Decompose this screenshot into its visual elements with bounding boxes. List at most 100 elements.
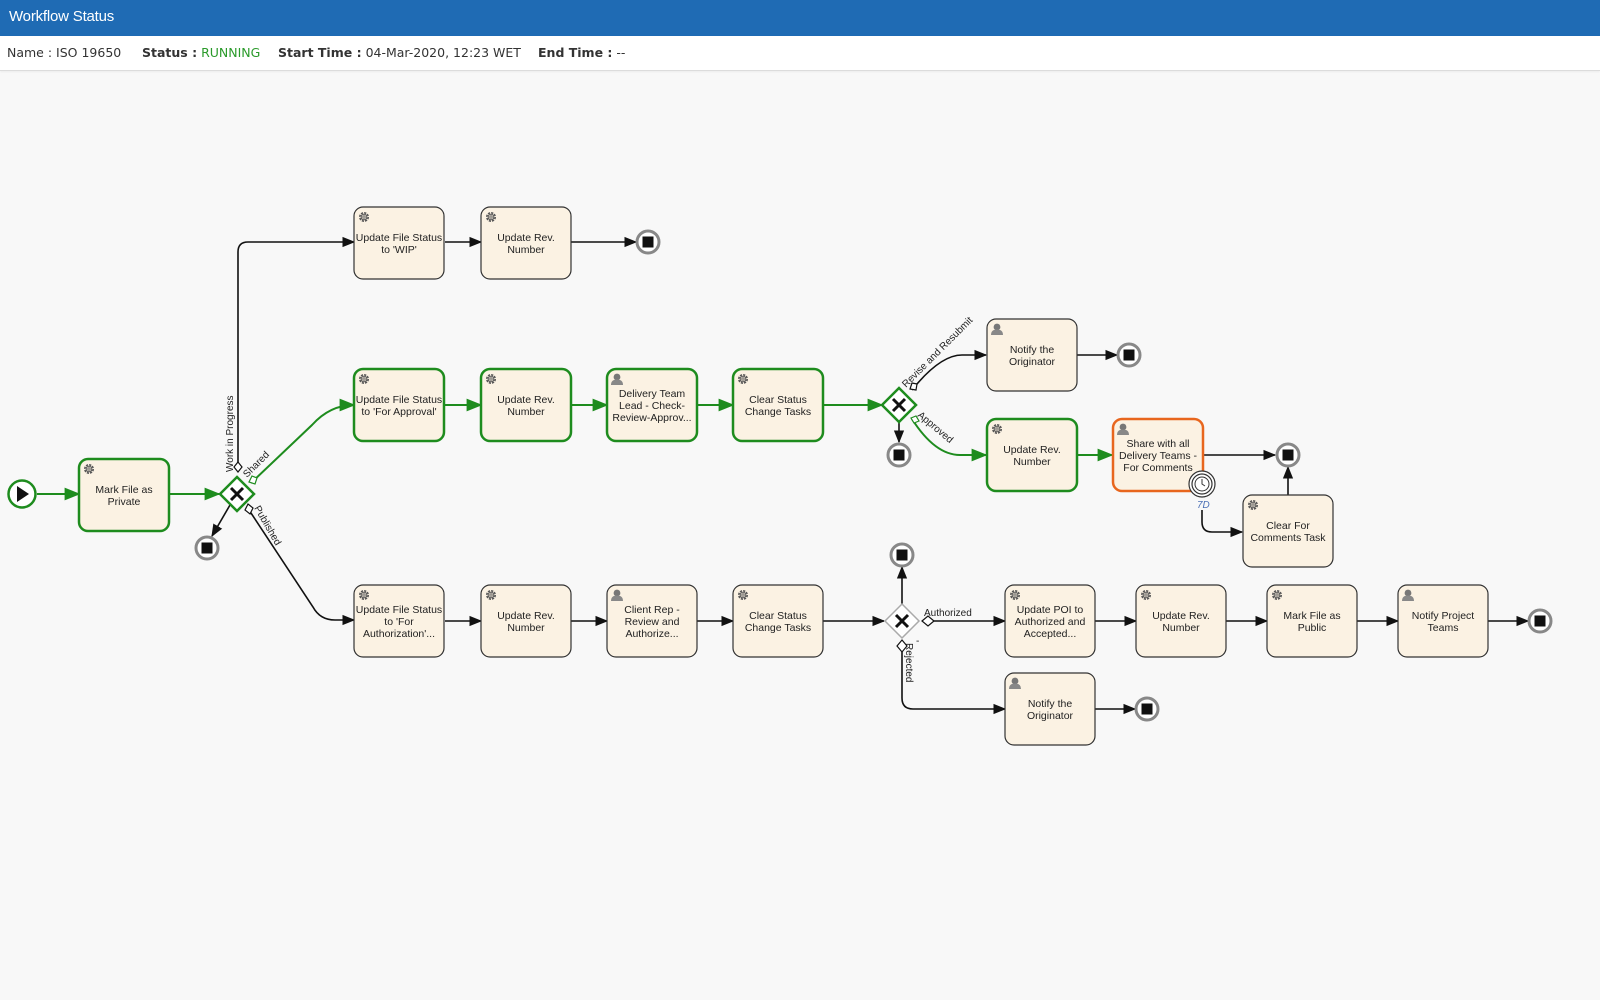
task-t-poi[interactable]: Update POI toAuthorized andAccepted... <box>1004 584 1096 658</box>
task-t-clear1[interactable]: Clear StatusChange Tasks <box>731 367 825 443</box>
task-label-line: Review and <box>625 616 680 628</box>
label-revise-and-resubmit: Revise and Resubmit <box>900 315 975 390</box>
task-t-clearcomments[interactable]: Clear ForComments Task <box>1242 494 1334 568</box>
task-t-appr-rev[interactable]: Update Rev.Number <box>479 367 573 443</box>
task-label-line: Update File Status <box>356 394 442 406</box>
task-t-client[interactable]: Client Rep -Review andAuthorize... <box>606 584 698 658</box>
end-event[interactable] <box>1134 696 1160 722</box>
tasks: Mark File asPrivateUpdate File Statusto … <box>77 206 1489 746</box>
label-published: Published <box>251 504 282 548</box>
start-event[interactable] <box>7 479 37 509</box>
end-event[interactable] <box>635 229 661 255</box>
task-t-notify1[interactable]: Notify theOriginator <box>986 318 1078 392</box>
task-t-auth-rev[interactable]: Update Rev.Number <box>480 584 572 658</box>
workflow-start-time: Start Time : 04-Mar-2020, 12:23 WET <box>278 45 521 60</box>
task-label-line: Number <box>1162 622 1200 634</box>
task-label-line: Client Rep - <box>624 604 680 616</box>
end-event[interactable] <box>1116 342 1142 368</box>
end-event[interactable] <box>886 442 912 468</box>
flow-rejected-branch <box>901 652 1007 715</box>
stop-icon <box>1141 703 1153 715</box>
task-t-rev2[interactable]: Update Rev.Number <box>985 417 1079 493</box>
label-rejected: Rejected <box>903 643 914 682</box>
task-label-line: Authorization'... <box>363 628 435 640</box>
task-label-line: Authorized and <box>1015 616 1086 628</box>
task-label-line: Lead - Check- <box>619 400 685 412</box>
task-t-private[interactable]: Mark File asPrivate <box>77 457 171 533</box>
gateway-exclusive-3[interactable] <box>883 602 921 640</box>
end-time-value: -- <box>616 45 626 60</box>
task-t-wip-rev[interactable]: Update Rev.Number <box>480 206 572 280</box>
task-label-line: Delivery Teams - <box>1119 450 1197 462</box>
name-value: ISO 19650 <box>56 45 122 60</box>
timer-duration-label: 7D <box>1197 500 1210 511</box>
stop-icon <box>896 549 908 561</box>
task-t-appr-status[interactable]: Update File Statusto 'For Approval' <box>352 367 446 443</box>
task-label-line: Teams <box>1428 622 1459 634</box>
task-label-line: Review-Approv... <box>612 412 691 424</box>
label-work-in-progress: Work in Progress <box>225 395 236 472</box>
task-label-line: Update Rev. <box>1003 444 1061 456</box>
task-label-line: Originator <box>1027 710 1074 722</box>
task-label-line: Authorize... <box>625 628 678 640</box>
flow-labels: Work in Progress Shared Published Revise… <box>225 315 975 682</box>
task-label-line: Comments Task <box>1250 532 1326 544</box>
timer-boundary-event[interactable] <box>1188 470 1216 498</box>
task-t-notify-teams[interactable]: Notify ProjectTeams <box>1397 584 1489 658</box>
task-label-line: Clear Status <box>749 394 807 406</box>
stop-icon <box>1534 615 1546 627</box>
workflow-status: Status : RUNNING <box>142 45 260 60</box>
task-t-pub-rev[interactable]: Update Rev.Number <box>1135 584 1227 658</box>
end-event[interactable] <box>1275 442 1301 468</box>
name-label: Name : <box>7 45 53 60</box>
status-label: Status : <box>142 45 198 60</box>
task-t-public[interactable]: Mark File asPublic <box>1266 584 1358 658</box>
condition-markers <box>233 382 935 653</box>
task-label-line: Notify Project <box>1412 610 1475 622</box>
flow-gateway1-to-end <box>211 504 231 538</box>
task-label-line: Mark File as <box>95 484 152 496</box>
label-authorized: Authorized <box>924 608 972 619</box>
workflow-name: Name : ISO 19650 <box>7 45 121 60</box>
task-t-dtl[interactable]: Delivery TeamLead - Check-Review-Approv.… <box>605 367 699 443</box>
task-label-line: Update Rev. <box>497 394 555 406</box>
task-t-notify2[interactable]: Notify theOriginator <box>1004 672 1096 746</box>
task-label-line: For Comments <box>1123 462 1192 474</box>
task-label-line: Notify the <box>1028 698 1073 710</box>
task-label-line: Notify the <box>1010 344 1055 356</box>
task-label-line: Accepted... <box>1024 628 1077 640</box>
task-label-line: Change Tasks <box>745 406 811 418</box>
task-label-line: Update Rev. <box>497 232 555 244</box>
end-event[interactable] <box>194 535 220 561</box>
status-badge: RUNNING <box>201 45 261 60</box>
task-label-line: Update POI to <box>1017 604 1084 616</box>
task-label-line: to 'WIP' <box>381 244 417 256</box>
label-shared: Shared <box>241 450 272 481</box>
start-time-label: Start Time : <box>278 45 362 60</box>
end-time-label: End Time : <box>538 45 613 60</box>
task-label-line: Change Tasks <box>745 622 811 634</box>
end-event[interactable] <box>889 542 915 568</box>
task-label-line: Number <box>507 622 545 634</box>
flow-timer-branch <box>1201 510 1244 538</box>
stop-icon <box>1282 449 1294 461</box>
workflow-info-bar: Name : ISO 19650 Status : RUNNING Start … <box>0 36 1600 71</box>
task-label-line: Update Rev. <box>497 610 555 622</box>
task-t-auth-status[interactable]: Update File Statusto 'ForAuthorization'.… <box>353 584 445 658</box>
stop-icon <box>201 542 213 554</box>
task-label-line: Number <box>507 406 545 418</box>
task-label-line: Number <box>1013 456 1051 468</box>
end-event[interactable] <box>1527 608 1553 634</box>
task-label-line: Public <box>1298 622 1327 634</box>
task-t-clear2[interactable]: Clear StatusChange Tasks <box>732 584 824 658</box>
task-label-line: Update File Status <box>356 604 442 616</box>
gateway-exclusive-2[interactable] <box>880 386 918 424</box>
workflow-diagram: Work in Progress Shared Published Revise… <box>7 206 1553 746</box>
task-label-line: Number <box>507 244 545 256</box>
task-label-line: Delivery Team <box>619 388 686 400</box>
stop-icon <box>642 236 654 248</box>
task-label-line: to 'For Approval' <box>361 406 436 418</box>
task-t-wip-status[interactable]: Update File Statusto 'WIP' <box>353 206 445 280</box>
task-label-line: Clear Status <box>749 610 807 622</box>
task-label-line: to 'For <box>384 616 414 628</box>
